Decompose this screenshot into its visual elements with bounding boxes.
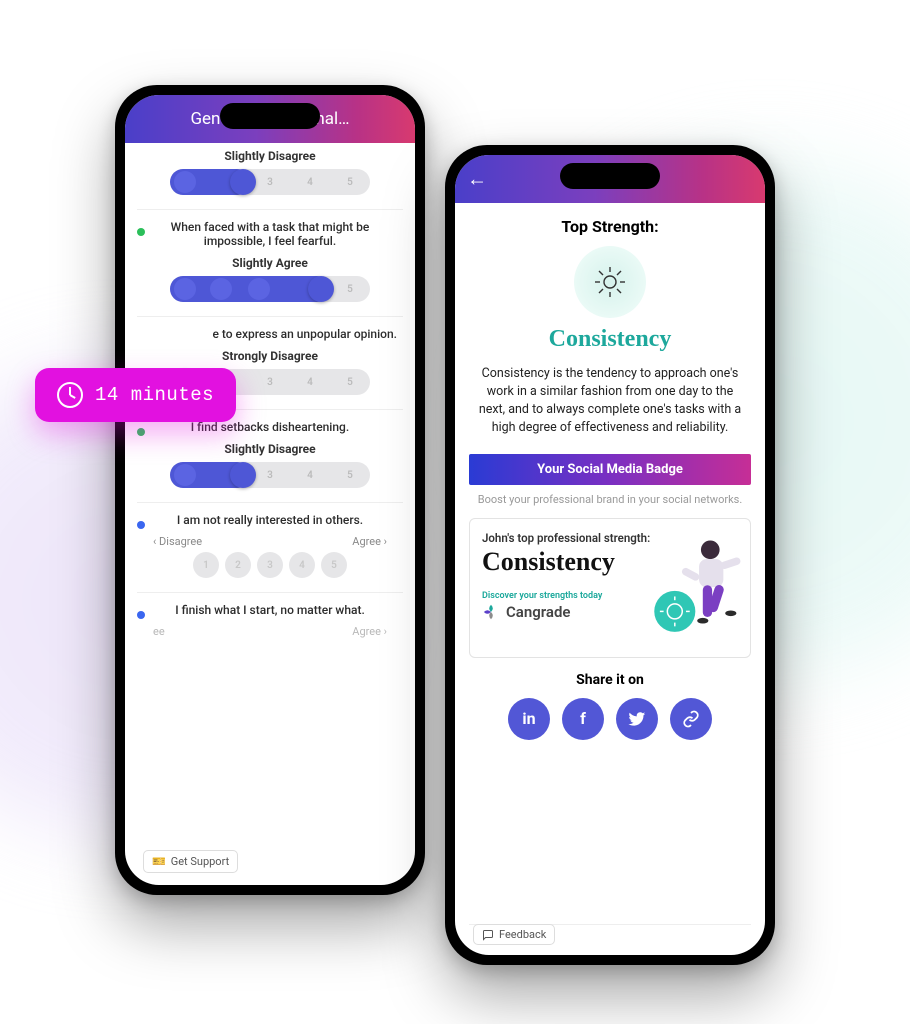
question-row: I finish what I start, no matter what. e… [137, 593, 403, 656]
question-text: I find setbacks disheartening. [137, 420, 403, 434]
question-text: I finish what I start, no matter what. [137, 603, 403, 617]
badge-card: John's top professional strength: Consis… [469, 518, 751, 658]
disagree-label: ee [153, 625, 165, 638]
status-dot [137, 228, 145, 236]
feedback-button[interactable]: Feedback [473, 924, 555, 945]
share-label: Share it on [469, 672, 751, 688]
top-strength-label: Top Strength: [469, 217, 751, 236]
status-dot [137, 521, 145, 529]
link-icon [682, 710, 700, 728]
share-linkedin-button[interactable]: in [508, 698, 550, 740]
share-twitter-button[interactable] [616, 698, 658, 740]
back-icon[interactable]: ← [467, 167, 487, 192]
question-text: e to express an unpopular opinion. [137, 327, 403, 341]
likert-slider[interactable]: 5 [170, 276, 370, 302]
answer-label: Slightly Disagree [137, 442, 403, 456]
question-text: I am not really interested in others. [137, 513, 403, 527]
likert-empty[interactable]: 12345 [137, 552, 403, 578]
boost-text: Boost your professional brand in your so… [469, 493, 751, 506]
strength-description: Consistency is the tendency to approach … [469, 365, 751, 438]
strength-name: Consistency [469, 326, 751, 353]
status-dot [137, 428, 145, 436]
share-link-button[interactable] [670, 698, 712, 740]
twitter-icon [628, 710, 646, 728]
likert-slider[interactable]: 345 [170, 462, 370, 488]
status-dot [137, 611, 145, 619]
chat-icon [482, 929, 494, 941]
question-row: When faced with a task that might be imp… [137, 210, 403, 317]
disagree-label: ‹ Disagree [153, 535, 202, 548]
question-row: I am not really interested in others. ‹ … [137, 503, 403, 593]
agree-label: Agree › [352, 535, 387, 548]
badge-header: Your Social Media Badge [469, 454, 751, 485]
strength-icon-wrap [574, 246, 646, 318]
phone-report: ← Your eport Top Strength: Consistency [445, 145, 775, 965]
duration-pill: 14 minutes [35, 368, 236, 422]
likert-slider[interactable]: 345 [170, 169, 370, 195]
question-row: Slightly Disagree 345 [137, 143, 403, 210]
answer-label: Strongly Disagree [137, 349, 403, 363]
question-row: I find setbacks disheartening. Slightly … [137, 410, 403, 503]
sun-icon [592, 264, 628, 300]
get-support-button[interactable]: 🎫 Get Support [143, 850, 238, 873]
question-text: When faced with a task that might be imp… [137, 220, 403, 248]
clock-icon [57, 382, 83, 408]
ticket-icon: 🎫 [152, 855, 166, 868]
person-illustration [630, 533, 742, 645]
notch [560, 163, 660, 189]
answer-label: Slightly Disagree [137, 149, 403, 163]
phone-survey: General M Personal… Slightly Disagree 34… [115, 85, 425, 895]
answer-label: Slightly Agree [137, 256, 403, 270]
notch [220, 103, 320, 129]
cangrade-logo-icon [482, 603, 500, 621]
share-facebook-button[interactable]: f [562, 698, 604, 740]
duration-text: 14 minutes [95, 384, 214, 406]
agree-label: Agree › [352, 625, 387, 638]
